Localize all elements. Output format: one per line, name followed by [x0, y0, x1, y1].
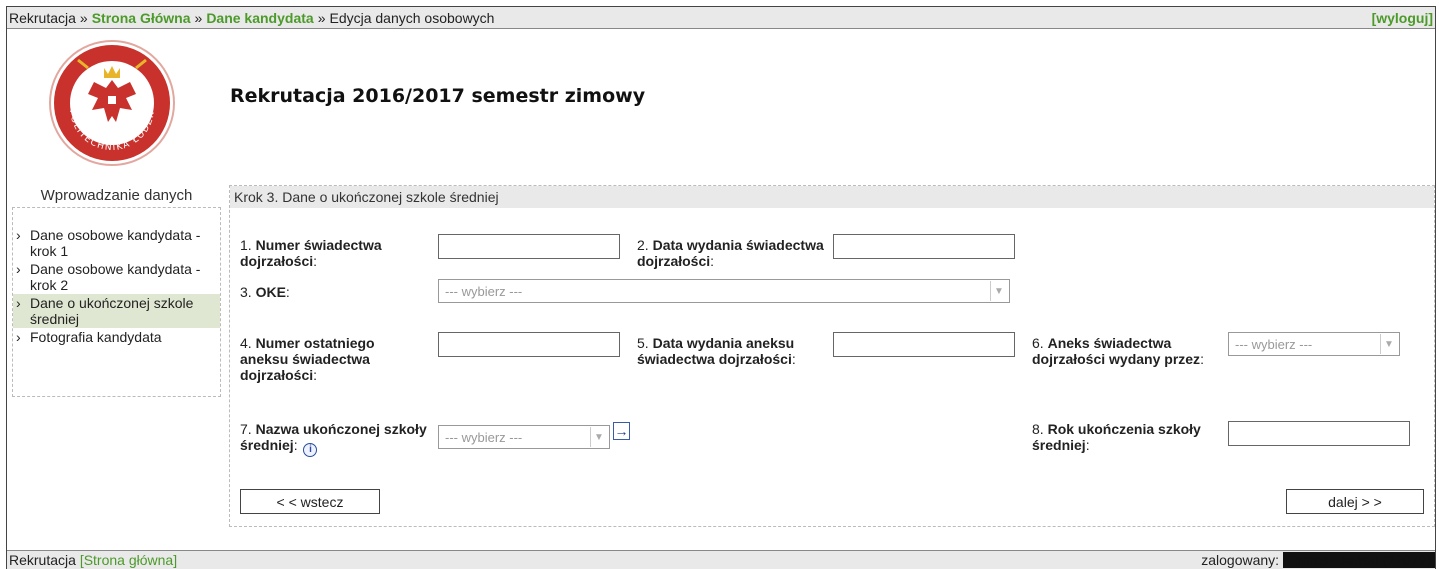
chevron-down-icon: ▼: [990, 281, 1007, 301]
annex-issuer-select[interactable]: --- wybierz --- ▼: [1228, 332, 1400, 356]
back-button[interactable]: < < wstecz: [240, 489, 380, 514]
step-panel: Krok 3. Dane o ukończonej szkole średnie…: [229, 185, 1435, 527]
school-name-select[interactable]: --- wybierz --- ▼: [438, 425, 610, 449]
footer-root: Rekrutacja: [9, 552, 76, 568]
chevron-down-icon: ▼: [1380, 334, 1397, 354]
certificate-number-input[interactable]: [438, 234, 620, 259]
certificate-date-input[interactable]: [833, 234, 1015, 259]
field-label-certificate-date: 2. Data wydania świadectwa dojrzałości:: [637, 237, 824, 269]
sidebar-title: Wprowadzanie danych: [12, 185, 221, 207]
chevron-right-icon: ›: [16, 261, 21, 277]
breadcrumb: Rekrutacja» Strona Główna» Dane kandydata»…: [9, 9, 495, 26]
sidebar-item-high-school[interactable]: › Dane o ukończonej szkole średniej: [13, 294, 220, 328]
page-title: Rekrutacja 2016/2017 semestr zimowy: [230, 85, 646, 107]
chevron-right-icon: ›: [16, 329, 21, 345]
footer-bar: Rekrutacja [Strona główna] zalogowany: To…: [7, 550, 1435, 569]
logged-in-label: zalogowany:: [1201, 552, 1280, 568]
breadcrumb-current: Edycja danych osobowych: [329, 9, 495, 26]
info-icon[interactable]: i: [303, 443, 318, 457]
sidebar-menu: › Dane osobowe kandydata - krok 1 › Dane…: [12, 207, 221, 397]
university-logo: POLITECHNIKA ŁÓDZKA: [48, 38, 175, 166]
sidebar-item-photo[interactable]: › Fotografia kandydata: [13, 328, 220, 346]
field-label-school-name: 7. Nazwa ukończonej szkoły średniej: i: [240, 421, 427, 457]
breadcrumb-home-link[interactable]: Strona Główna: [92, 10, 191, 26]
top-bar: Rekrutacja» Strona Główna» Dane kandydata»…: [7, 7, 1435, 29]
sidebar-item-personal-step1[interactable]: › Dane osobowe kandydata - krok 1: [13, 226, 220, 260]
field-label-certificate-number: 1. Numer świadectwa dojrzałości:: [240, 237, 382, 269]
annex-number-input[interactable]: [438, 332, 620, 357]
logged-in-user: Tomasz Jański (22079): [1283, 552, 1435, 568]
sidebar: Wprowadzanie danych › Dane osobowe kandy…: [12, 185, 221, 397]
field-label-graduation-year: 8. Rok ukończenia szkoły średniej:: [1032, 421, 1201, 453]
annex-date-input[interactable]: [833, 332, 1015, 357]
breadcrumb-candidate-link[interactable]: Dane kandydata: [206, 10, 313, 26]
breadcrumb-root: Rekrutacja: [9, 9, 76, 26]
arrow-right-icon[interactable]: →: [613, 422, 630, 440]
next-button[interactable]: dalej > >: [1286, 489, 1424, 514]
chevron-right-icon: ›: [16, 295, 21, 311]
graduation-year-input[interactable]: [1228, 421, 1410, 446]
field-label-annex-issuer: 6. Aneks świadectwa dojrzałości wydany p…: [1032, 335, 1204, 367]
oke-select[interactable]: --- wybierz --- ▼: [438, 279, 1010, 303]
chevron-right-icon: ›: [16, 227, 21, 243]
field-label-oke: 3. OKE:: [240, 284, 290, 300]
field-label-annex-date: 5. Data wydania aneksu świadectwa dojrza…: [637, 335, 796, 367]
field-label-annex-number: 4. Numer ostatniego aneksu świadectwa do…: [240, 335, 375, 383]
sidebar-item-personal-step2[interactable]: › Dane osobowe kandydata - krok 2: [13, 260, 220, 294]
chevron-down-icon: ▼: [590, 427, 607, 447]
logout-link[interactable]: [wyloguj]: [1372, 10, 1435, 26]
panel-title: Krok 3. Dane o ukończonej szkole średnie…: [230, 186, 1434, 208]
footer-home-link[interactable]: [Strona główna]: [80, 552, 177, 568]
